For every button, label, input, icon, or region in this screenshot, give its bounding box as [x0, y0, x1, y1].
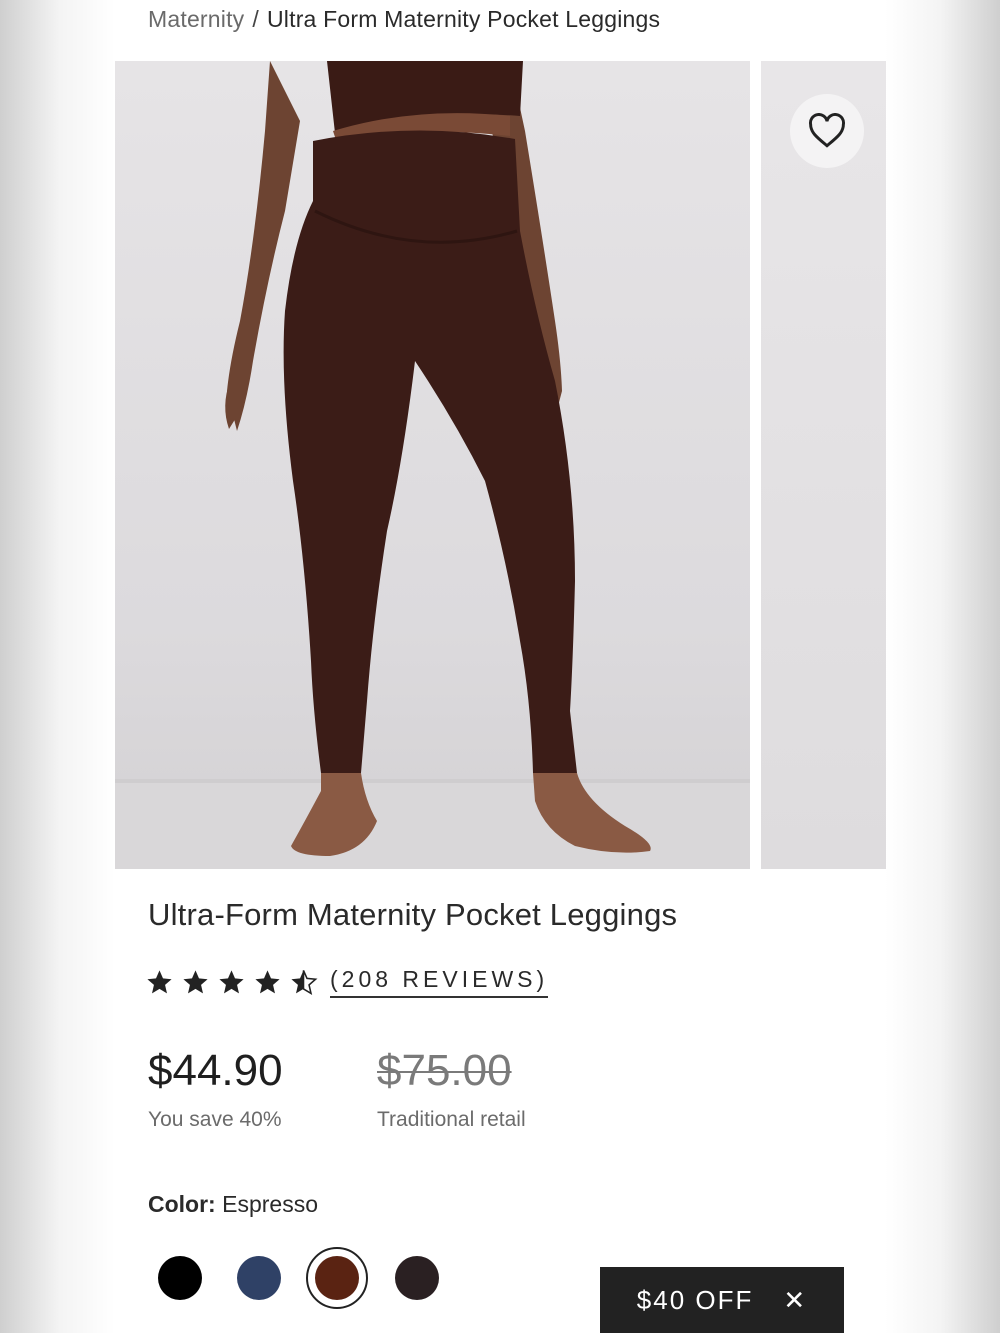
- half-star-icon: [291, 969, 318, 995]
- product-page: Maternity / Ultra Form Maternity Pocket …: [115, 0, 886, 1333]
- color-label: Color: Espresso: [148, 1191, 318, 1218]
- retail-label: Traditional retail: [377, 1108, 526, 1131]
- swatch-espresso-selected[interactable]: [306, 1247, 368, 1309]
- product-title: Ultra-Form Maternity Pocket Leggings: [148, 897, 678, 932]
- promo-banner[interactable]: $40 OFF ✕: [600, 1267, 844, 1333]
- breadcrumb-separator: /: [252, 6, 259, 32]
- swatch-black[interactable]: [158, 1256, 202, 1300]
- rating-row: (208 REVIEWS): [145, 966, 549, 998]
- color-selected-value: Espresso: [222, 1191, 318, 1217]
- product-photo-main[interactable]: [115, 61, 750, 869]
- reviews-link[interactable]: (208 REVIEWS): [330, 966, 549, 998]
- swatch-navy[interactable]: [237, 1256, 281, 1300]
- heart-icon: [809, 113, 845, 148]
- reviews-count: (208 REVIEWS): [330, 966, 549, 998]
- wishlist-button[interactable]: [790, 94, 864, 168]
- leggings-model-photo: [115, 61, 750, 869]
- breadcrumb: Maternity / Ultra Form Maternity Pocket …: [148, 6, 660, 36]
- swatch-espresso: [315, 1256, 359, 1300]
- product-photo-next[interactable]: [761, 61, 886, 869]
- star-icon: [255, 969, 280, 993]
- breadcrumb-current: Ultra Form Maternity Pocket Leggings: [266, 6, 661, 32]
- sale-price: $44.90: [148, 1046, 283, 1095]
- breadcrumb-link-maternity[interactable]: Maternity: [148, 6, 244, 36]
- star-icon: [183, 969, 208, 993]
- star-icon: [147, 969, 172, 993]
- retail-price: $75.00: [377, 1046, 512, 1095]
- star-rating: [145, 968, 318, 997]
- color-label-title: Color:: [148, 1191, 216, 1217]
- star-icon: [219, 969, 244, 993]
- savings-text: You save 40%: [148, 1108, 282, 1131]
- product-gallery[interactable]: [115, 61, 886, 869]
- promo-label: $40 OFF: [636, 1284, 754, 1315]
- close-icon[interactable]: ✕: [783, 1285, 807, 1316]
- swatch-charcoal[interactable]: [395, 1256, 439, 1300]
